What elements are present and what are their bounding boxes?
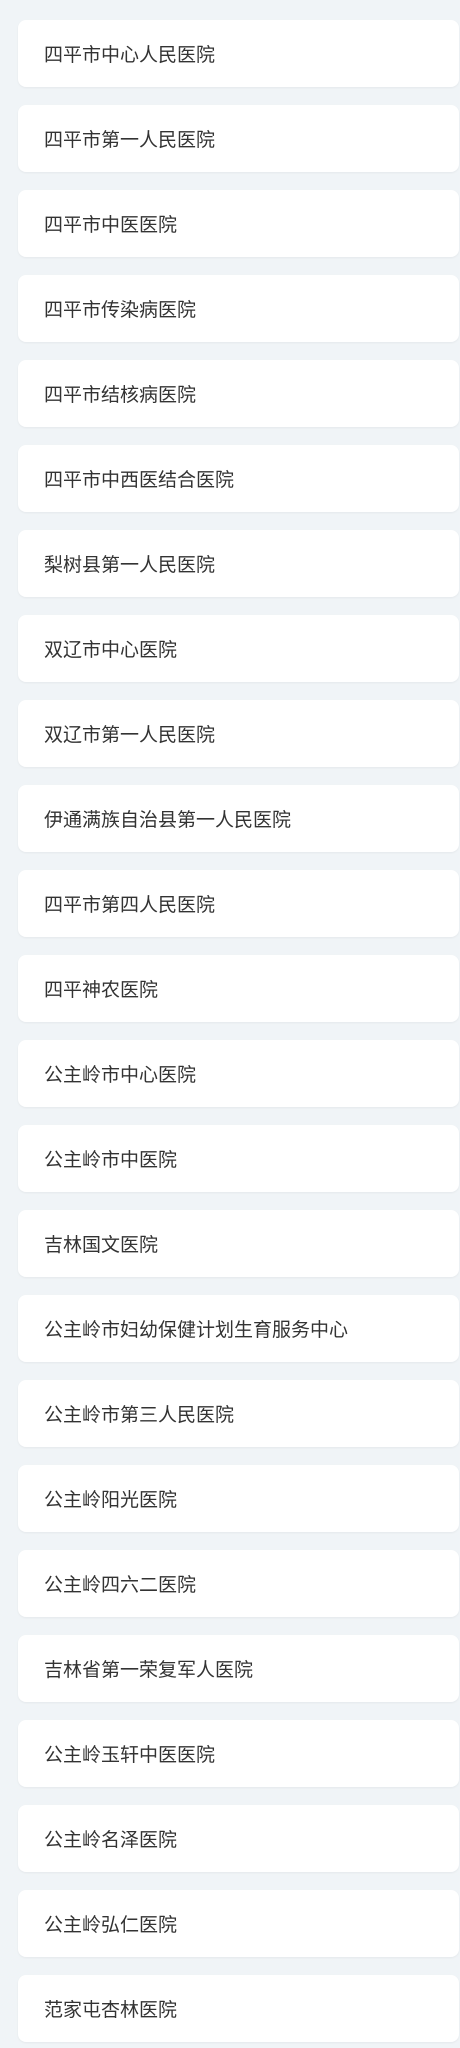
list-item-label: 范家屯杏林医院 (44, 1999, 178, 2021)
list-item[interactable]: 公主岭玉轩中医医院 (18, 1720, 459, 1787)
list-item[interactable]: 四平市第四人民医院 (18, 870, 459, 937)
list-item-label: 双辽市中心医院 (44, 639, 178, 661)
list-item-label: 吉林省第一荣复军人医院 (44, 1659, 254, 1681)
list-item[interactable]: 梨树县第一人民医院 (18, 530, 459, 597)
list-item-label: 四平市结核病医院 (44, 384, 197, 406)
list-item[interactable]: 四平市中心人民医院 (18, 20, 459, 87)
list-item-label: 公主岭四六二医院 (44, 1574, 197, 1596)
list-item[interactable]: 四平市第一人民医院 (18, 105, 459, 172)
hospital-list: 四平市中心人民医院 四平市第一人民医院 四平市中医医院 四平市传染病医院 四平市… (0, 0, 460, 2048)
list-item[interactable]: 公主岭市第三人民医院 (18, 1380, 459, 1447)
list-item-label: 四平神农医院 (44, 979, 159, 1001)
list-item-label: 公主岭阳光医院 (44, 1489, 178, 1511)
list-item-label: 四平市中心人民医院 (44, 44, 216, 66)
list-item-label: 四平市第四人民医院 (44, 894, 216, 916)
list-item-label: 四平市传染病医院 (44, 299, 197, 321)
list-item[interactable]: 吉林国文医院 (18, 1210, 459, 1277)
list-item[interactable]: 公主岭四六二医院 (18, 1550, 459, 1617)
list-item[interactable]: 四平市结核病医院 (18, 360, 459, 427)
list-item-label: 梨树县第一人民医院 (44, 554, 216, 576)
list-item-label: 公主岭玉轩中医医院 (44, 1744, 216, 1766)
list-item-label: 公主岭名泽医院 (44, 1829, 178, 1851)
list-item-label: 公主岭市中心医院 (44, 1064, 197, 1086)
list-item-label: 四平市中西医结合医院 (44, 469, 235, 491)
list-item[interactable]: 双辽市第一人民医院 (18, 700, 459, 767)
list-item-label: 公主岭市妇幼保健计划生育服务中心 (44, 1319, 349, 1341)
list-item-label: 公主岭弘仁医院 (44, 1914, 178, 1936)
list-item[interactable]: 四平市中西医结合医院 (18, 445, 459, 512)
list-item[interactable]: 伊通满族自治县第一人民医院 (18, 785, 459, 852)
list-item[interactable]: 公主岭名泽医院 (18, 1805, 459, 1872)
list-item-label: 双辽市第一人民医院 (44, 724, 216, 746)
list-item[interactable]: 公主岭市中心医院 (18, 1040, 459, 1107)
list-item[interactable]: 吉林省第一荣复军人医院 (18, 1635, 459, 1702)
list-item-label: 四平市第一人民医院 (44, 129, 216, 151)
list-item-label: 四平市中医医院 (44, 214, 178, 236)
list-item[interactable]: 公主岭市妇幼保健计划生育服务中心 (18, 1295, 459, 1362)
list-item[interactable]: 四平市中医医院 (18, 190, 459, 257)
list-item[interactable]: 四平市传染病医院 (18, 275, 459, 342)
list-item[interactable]: 范家屯杏林医院 (18, 1975, 459, 2042)
list-item[interactable]: 公主岭市中医院 (18, 1125, 459, 1192)
list-item[interactable]: 双辽市中心医院 (18, 615, 459, 682)
list-item[interactable]: 四平神农医院 (18, 955, 459, 1022)
list-item[interactable]: 公主岭弘仁医院 (18, 1890, 459, 1957)
list-item-label: 公主岭市第三人民医院 (44, 1404, 235, 1426)
list-item[interactable]: 公主岭阳光医院 (18, 1465, 459, 1532)
list-item-label: 伊通满族自治县第一人民医院 (44, 809, 292, 831)
list-item-label: 吉林国文医院 (44, 1234, 159, 1256)
list-item-label: 公主岭市中医院 (44, 1149, 178, 1171)
